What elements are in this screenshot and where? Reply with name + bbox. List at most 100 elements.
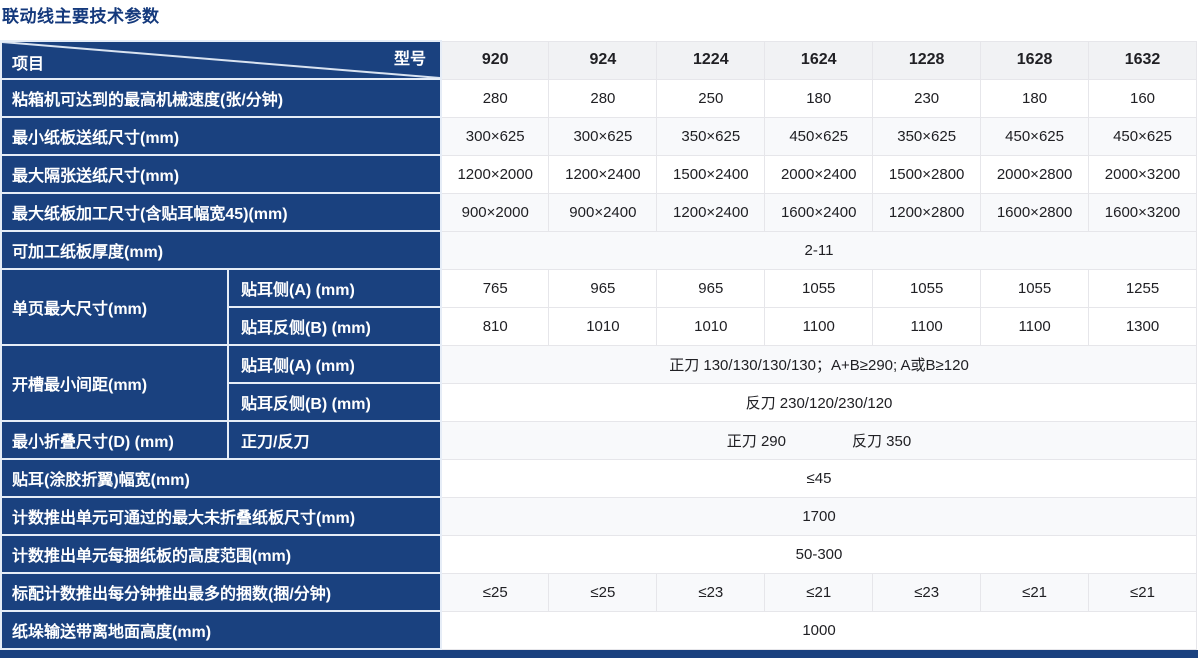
cell: 2000×2800 xyxy=(981,155,1089,193)
cell: 900×2000 xyxy=(441,193,549,231)
cell: 1200×2400 xyxy=(549,155,657,193)
table-bottom-bar xyxy=(0,650,1198,658)
cell: 2000×2400 xyxy=(765,155,873,193)
cell: 765 xyxy=(441,269,549,307)
cell: 965 xyxy=(657,269,765,307)
cell: 1100 xyxy=(873,307,981,345)
row-board-thickness: 可加工纸板厚度(mm) 2-11 xyxy=(1,231,1197,269)
cell: 300×625 xyxy=(549,117,657,155)
row-max-speed: 粘箱机可达到的最高机械速度(张/分钟) 280 280 250 180 230 … xyxy=(1,79,1197,117)
model-header: 920 xyxy=(441,41,549,79)
cell: 1100 xyxy=(981,307,1089,345)
cell: 810 xyxy=(441,307,549,345)
model-header: 1624 xyxy=(765,41,873,79)
cell: 160 xyxy=(1089,79,1197,117)
row-max-sheet-a: 单页最大尺寸(mm) 贴耳侧(A) (mm) 765 965 965 1055 … xyxy=(1,269,1197,307)
sub-label: 贴耳侧(A) (mm) xyxy=(228,345,441,383)
sub-label: 贴耳反侧(B) (mm) xyxy=(228,307,441,345)
cell-span: 2-11 xyxy=(441,231,1197,269)
cell: 350×625 xyxy=(873,117,981,155)
model-header: 1628 xyxy=(981,41,1089,79)
row-counter-max-unfolded: 计数推出单元可通过的最大未折叠纸板尺寸(mm) 1700 xyxy=(1,497,1197,535)
cell: ≤21 xyxy=(1089,573,1197,611)
sub-label: 正刀/反刀 xyxy=(228,421,441,459)
cell: 1010 xyxy=(549,307,657,345)
row-bundles-per-min: 标配计数推出每分钟推出最多的捆数(捆/分钟) ≤25 ≤25 ≤23 ≤21 ≤… xyxy=(1,573,1197,611)
row-tab-width: 贴耳(涂胶折翼)幅宽(mm) ≤45 xyxy=(1,459,1197,497)
row-min-feed-size: 最小纸板送纸尺寸(mm) 300×625 300×625 350×625 450… xyxy=(1,117,1197,155)
cell-span: ≤45 xyxy=(441,459,1197,497)
cell: ≤25 xyxy=(549,573,657,611)
cell: 900×2400 xyxy=(549,193,657,231)
cell: 1055 xyxy=(765,269,873,307)
cell: 1010 xyxy=(657,307,765,345)
row-belt-height: 纸垛输送带离地面高度(mm) 1000 xyxy=(1,611,1197,649)
cell: 280 xyxy=(549,79,657,117)
cell-span: 正刀 130/130/130/130；A+B≥290; A或B≥120 xyxy=(441,345,1197,383)
row-label: 最大隔张送纸尺寸(mm) xyxy=(1,155,441,193)
cell: 230 xyxy=(873,79,981,117)
row-label: 贴耳(涂胶折翼)幅宽(mm) xyxy=(1,459,441,497)
cell: 2000×3200 xyxy=(1089,155,1197,193)
cell: 450×625 xyxy=(1089,117,1197,155)
cell: 1300 xyxy=(1089,307,1197,345)
diagonal-divider xyxy=(2,42,440,78)
row-label: 最大纸板加工尺寸(含贴耳幅宽45)(mm) xyxy=(1,193,441,231)
header-row: 项目 型号 920 924 1224 1624 1228 1628 1632 xyxy=(1,41,1197,79)
cell: ≤21 xyxy=(981,573,1089,611)
cell: 1200×2800 xyxy=(873,193,981,231)
row-label: 单页最大尺寸(mm) xyxy=(1,269,228,345)
corner-label-model: 型号 xyxy=(394,45,426,69)
row-label: 开槽最小间距(mm) xyxy=(1,345,228,421)
cell: 350×625 xyxy=(657,117,765,155)
cell: 300×625 xyxy=(441,117,549,155)
row-label: 计数推出单元可通过的最大未折叠纸板尺寸(mm) xyxy=(1,497,441,535)
row-label: 可加工纸板厚度(mm) xyxy=(1,231,441,269)
cell: 1055 xyxy=(873,269,981,307)
cell: 250 xyxy=(657,79,765,117)
row-label: 计数推出单元每捆纸板的高度范围(mm) xyxy=(1,535,441,573)
sub-label: 贴耳反侧(B) (mm) xyxy=(228,383,441,421)
cell-span: 反刀 230/120/230/120 xyxy=(441,383,1197,421)
cell: 1055 xyxy=(981,269,1089,307)
cell: ≤25 xyxy=(441,573,549,611)
row-slot-spacing-a: 开槽最小间距(mm) 贴耳侧(A) (mm) 正刀 130/130/130/13… xyxy=(1,345,1197,383)
cell: 1100 xyxy=(765,307,873,345)
row-label: 最小折叠尺寸(D) (mm) xyxy=(1,421,228,459)
cell: ≤21 xyxy=(765,573,873,611)
corner-label-item: 项目 xyxy=(12,50,44,74)
cell: ≤23 xyxy=(873,573,981,611)
row-label: 纸垛输送带离地面高度(mm) xyxy=(1,611,441,649)
cell: 1500×2400 xyxy=(657,155,765,193)
cell: 1200×2000 xyxy=(441,155,549,193)
model-header: 924 xyxy=(549,41,657,79)
model-header: 1224 xyxy=(657,41,765,79)
row-max-processing-size: 最大纸板加工尺寸(含贴耳幅宽45)(mm) 900×2000 900×2400 … xyxy=(1,193,1197,231)
cell: 1500×2800 xyxy=(873,155,981,193)
cell: 1255 xyxy=(1089,269,1197,307)
cell: 1600×2400 xyxy=(765,193,873,231)
corner-cell: 项目 型号 xyxy=(1,41,441,79)
row-max-gap-feed-size: 最大隔张送纸尺寸(mm) 1200×2000 1200×2400 1500×24… xyxy=(1,155,1197,193)
row-label: 标配计数推出每分钟推出最多的捆数(捆/分钟) xyxy=(1,573,441,611)
cell-span: 1700 xyxy=(441,497,1197,535)
cell: 180 xyxy=(765,79,873,117)
row-min-fold-size: 最小折叠尺寸(D) (mm) 正刀/反刀 正刀 290 反刀 350 xyxy=(1,421,1197,459)
fold-value-positive: 正刀 290 xyxy=(727,430,786,451)
cell: 1600×2800 xyxy=(981,193,1089,231)
model-header: 1228 xyxy=(873,41,981,79)
cell-span: 1000 xyxy=(441,611,1197,649)
fold-value-reverse: 反刀 350 xyxy=(852,430,911,451)
cell: 280 xyxy=(441,79,549,117)
cell: 1200×2400 xyxy=(657,193,765,231)
cell: 450×625 xyxy=(981,117,1089,155)
cell: ≤23 xyxy=(657,573,765,611)
page-title: 联动线主要技术参数 xyxy=(2,2,160,27)
sub-label: 贴耳侧(A) (mm) xyxy=(228,269,441,307)
model-header: 1632 xyxy=(1089,41,1197,79)
row-bundle-height-range: 计数推出单元每捆纸板的高度范围(mm) 50-300 xyxy=(1,535,1197,573)
cell-span: 正刀 290 反刀 350 xyxy=(441,421,1197,459)
cell: 450×625 xyxy=(765,117,873,155)
row-label: 最小纸板送纸尺寸(mm) xyxy=(1,117,441,155)
cell-span: 50-300 xyxy=(441,535,1197,573)
